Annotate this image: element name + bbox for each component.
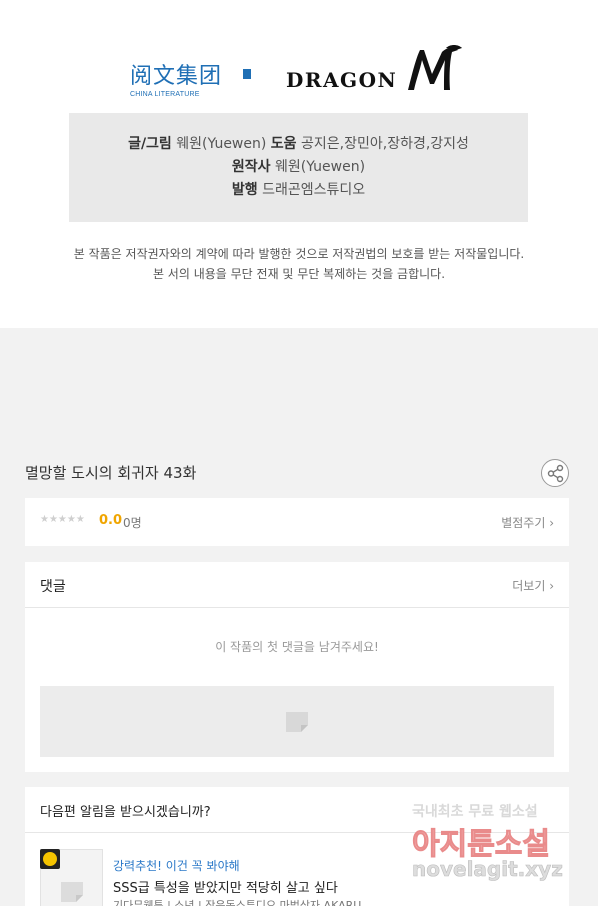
- rating-stars[interactable]: ★★★★★: [40, 514, 85, 525]
- credit-value-original: 웨원(Yuewen): [275, 159, 366, 175]
- credit-value-publisher: 드래곤엠스튜디오: [262, 182, 366, 198]
- comments-card: 댓글 더보기 › 이 작품의 첫 댓글을 남겨주세요!: [25, 562, 569, 772]
- comments-empty-message: 이 작품의 첫 댓글을 남겨주세요!: [215, 640, 379, 654]
- rating-count: 0명: [123, 516, 142, 530]
- credits-line-1: 글/그림 웨원(Yuewen) 도움 공지은,장민아,장하경,강지성: [69, 133, 528, 156]
- rate-button[interactable]: 별점주기 ›: [501, 514, 554, 531]
- credit-label-original: 원작사: [231, 159, 271, 175]
- credits-box: 글/그림 웨원(Yuewen) 도움 공지은,장민아,장하경,강지성 원작사 웨…: [69, 113, 528, 222]
- next-episode-alarm-card: 다음편 알림을 받으시겠습니까? 강력추천! 이건 꼭 봐야해 SSS급 특성을…: [25, 787, 569, 906]
- recommend-title[interactable]: SSS급 특성을 받았지만 적당히 살고 싶다: [113, 877, 338, 896]
- credit-label-author: 글/그림: [128, 136, 172, 152]
- wait-free-clock-icon: [40, 849, 60, 869]
- dragon-m-logo-word: DRAGON: [286, 68, 398, 92]
- comment-input-box[interactable]: [40, 686, 554, 757]
- credit-label-assist: 도움: [270, 136, 297, 152]
- credits-line-2: 원작사 웨원(Yuewen): [69, 156, 528, 179]
- credit-value-assist: 공지은,장민아,장하경,강지성: [301, 136, 469, 152]
- rating-card: ★★★★★ 0.0 0명 별점주기 ›: [25, 498, 569, 546]
- episode-footer-credits-area: 阅文集团 CHINA LITERATURE DRAGON 글/그림 웨원(Yue…: [0, 0, 598, 328]
- share-button[interactable]: [541, 459, 569, 487]
- comments-header: 댓글 더보기 ›: [25, 562, 569, 608]
- dragon-m-emblem-icon: [408, 45, 462, 90]
- flag-icon: [243, 69, 251, 79]
- copyright-notice-line-2: 본 서의 내용을 무단 전재 및 무단 복제하는 것을 금합니다.: [152, 267, 446, 281]
- dragon-m-logo: DRAGON: [286, 44, 468, 94]
- credit-value-author: 웨원(Yuewen): [176, 136, 267, 152]
- recommend-meta: 기다무웹툰 | 소년 | 작은동스튜디오,마법상자,AKARU: [113, 899, 362, 906]
- alarm-header[interactable]: 다음편 알림을 받으시겠습니까?: [25, 787, 569, 833]
- comments-more-link[interactable]: 더보기 ›: [512, 577, 554, 594]
- comments-title: 댓글: [40, 579, 66, 595]
- copyright-notice-line-1: 본 작품은 저작권자와의 계약에 따라 발행한 것으로 저작권법의 보호를 받는…: [73, 247, 525, 261]
- comment-placeholder-icon: [286, 712, 308, 732]
- china-literature-logo: 阅文集团 CHINA LITERATURE: [130, 64, 255, 104]
- rating-score: 0.0: [99, 513, 123, 528]
- china-literature-logo-cn: 阅文集团: [130, 64, 223, 89]
- copyright-notice: 본 작품은 저작권자와의 계약에 따라 발행한 것으로 저작권법의 보호를 받는…: [0, 244, 598, 284]
- share-icon: [547, 464, 564, 483]
- episode-title: 멸망할 도시의 회귀자 43화: [25, 464, 197, 482]
- credits-line-3: 발행 드래곤엠스튜디오: [69, 179, 528, 202]
- credit-label-publisher: 발행: [231, 182, 258, 198]
- recommend-label: 강력추천! 이건 꼭 봐야해: [113, 859, 240, 873]
- china-literature-logo-en: CHINA LITERATURE: [130, 91, 200, 98]
- alarm-title: 다음편 알림을 받으시겠습니까?: [40, 805, 211, 820]
- image-placeholder-icon: [61, 882, 83, 902]
